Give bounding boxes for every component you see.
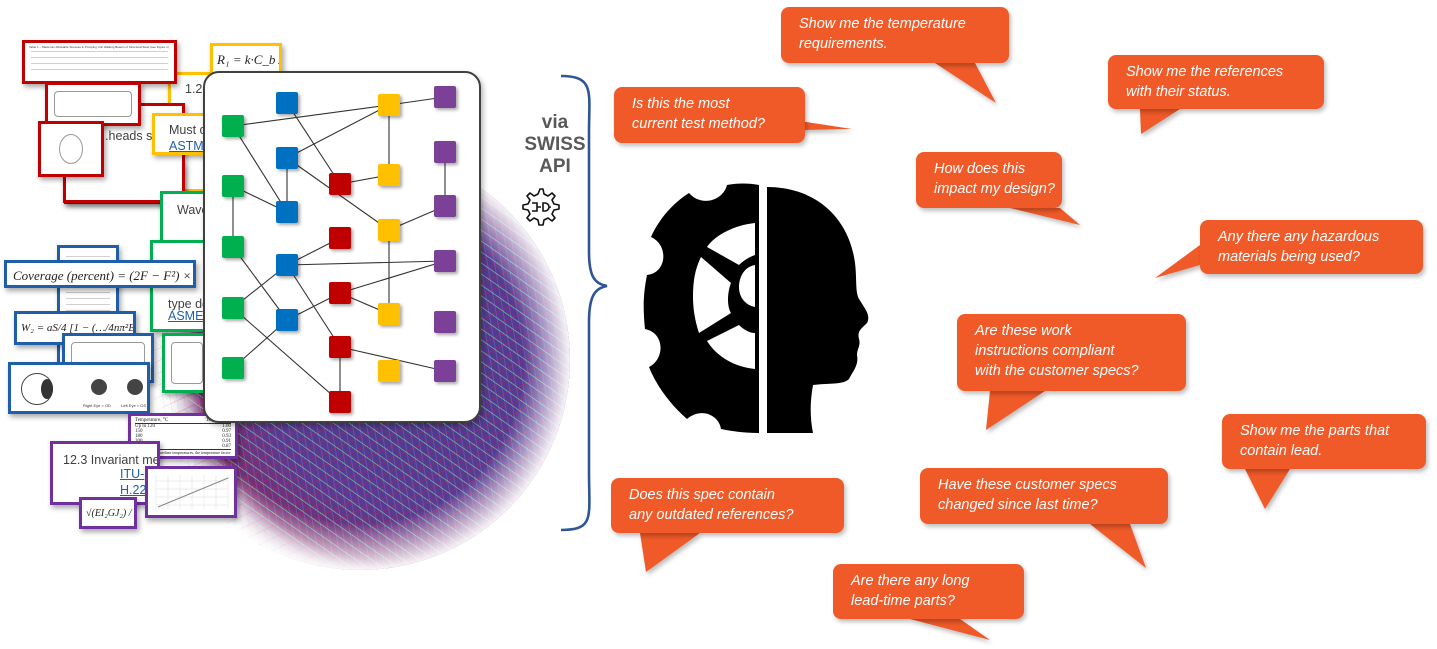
bubble-tail: [910, 619, 990, 640]
bubble-text: Are there any long lead-time parts?: [833, 564, 1024, 619]
